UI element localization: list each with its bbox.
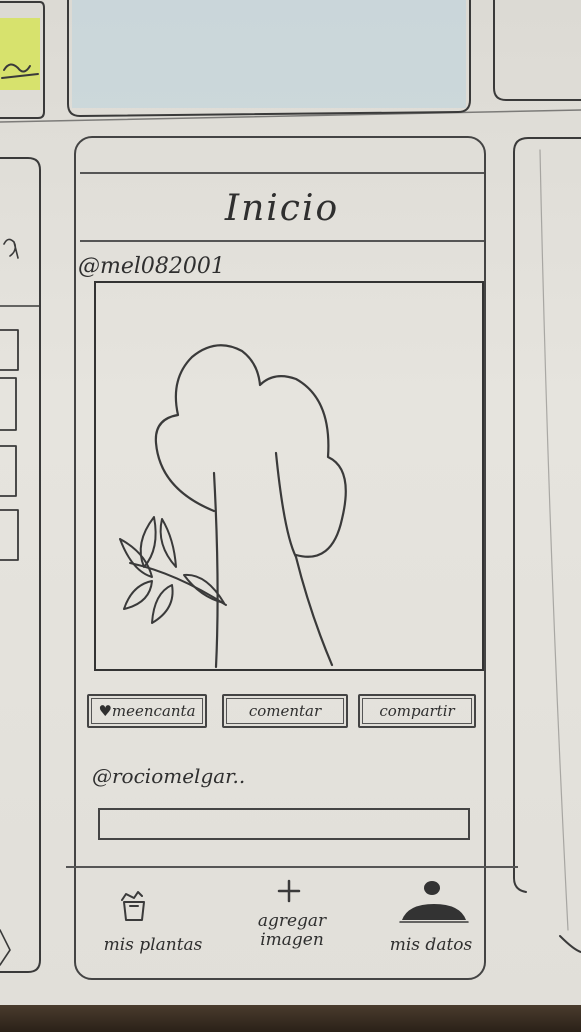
post-username[interactable]: @mel082001 (78, 254, 225, 279)
nav-add-image[interactable]: agregar imagen (240, 912, 344, 950)
app-header: Inicio (80, 172, 484, 242)
like-label: meencanta (111, 702, 196, 720)
nav-my-plants[interactable]: mis plantas (88, 936, 218, 955)
page-title: Inicio (224, 188, 340, 229)
bottom-nav-divider (66, 866, 518, 868)
share-button[interactable]: compartir (358, 694, 476, 728)
desk-surface (0, 1005, 581, 1032)
like-button[interactable]: ♥meencanta (87, 694, 207, 728)
heart-icon: ♥ (98, 702, 112, 720)
user-profile-icon (398, 878, 470, 928)
comment-input[interactable] (98, 808, 470, 840)
comment-username[interactable]: @rociomelgar.. (92, 764, 245, 788)
comment-button[interactable]: comentar (222, 694, 348, 728)
plus-icon (276, 878, 302, 908)
nav-my-data[interactable]: mis datos (366, 936, 496, 955)
plant-pot-icon (112, 890, 156, 928)
tree-drawing (119, 344, 347, 669)
post-image[interactable] (94, 281, 484, 671)
